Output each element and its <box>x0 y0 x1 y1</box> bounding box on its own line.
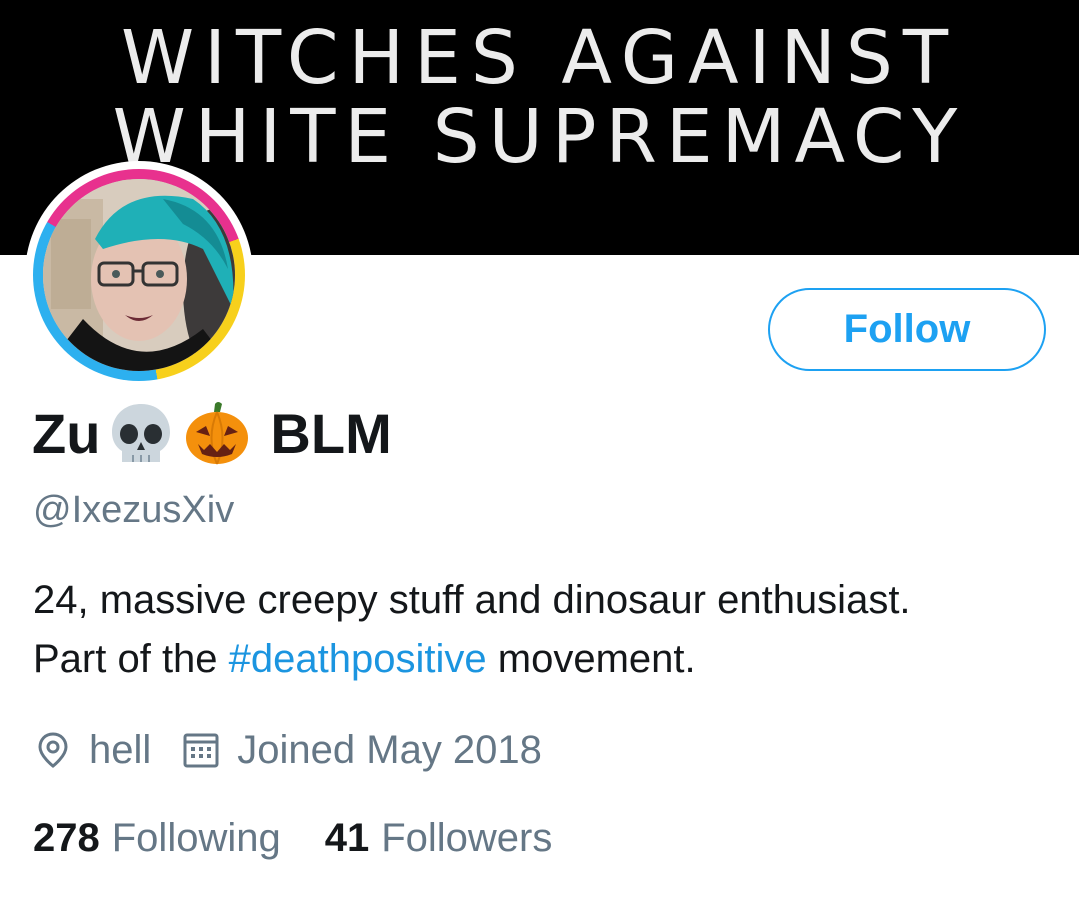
location-text: hell <box>89 727 152 772</box>
skull-icon <box>106 398 176 468</box>
following-link[interactable]: 278 Following <box>33 816 281 861</box>
following-label: Following <box>111 815 281 860</box>
username-handle: @IxezusXiv <box>33 489 235 531</box>
profile-bio: 24, massive creepy stuff and dinosaur en… <box>33 571 1063 689</box>
avatar-ring <box>33 169 245 381</box>
bio-line-2: Part of the #deathpositive movement. <box>33 630 1063 689</box>
bio-text-suffix: movement. <box>486 637 696 681</box>
profile-page: WITCHES AGAINST WHITE SUPREMACY Follow Z… <box>0 0 1079 912</box>
location-pin-icon <box>33 730 73 770</box>
joined-date-text: Joined May 2018 <box>237 727 542 772</box>
follow-stats: 278 Following 41 Followers <box>33 810 552 866</box>
calendar-icon <box>181 730 221 770</box>
jack-o-lantern-icon <box>182 398 252 468</box>
following-count: 278 <box>33 815 100 860</box>
avatar-photo <box>43 179 235 371</box>
followers-count: 41 <box>324 815 370 860</box>
avatar[interactable] <box>25 161 253 389</box>
display-name: Zu BLM <box>32 398 392 468</box>
display-name-suffix: BLM <box>270 401 392 465</box>
followers-label: Followers <box>381 815 553 860</box>
profile-meta: hell Joined May 2018 <box>33 722 542 778</box>
bio-text-prefix: Part of the <box>33 637 229 681</box>
banner-text-line-1: WITCHES AGAINST <box>120 15 959 101</box>
display-name-text: Zu <box>32 401 101 465</box>
bio-line-1: 24, massive creepy stuff and dinosaur en… <box>33 578 911 622</box>
follow-button[interactable]: Follow <box>768 288 1046 371</box>
followers-link[interactable]: 41 Followers <box>325 816 553 861</box>
hashtag-link[interactable]: #deathpositive <box>229 637 487 681</box>
